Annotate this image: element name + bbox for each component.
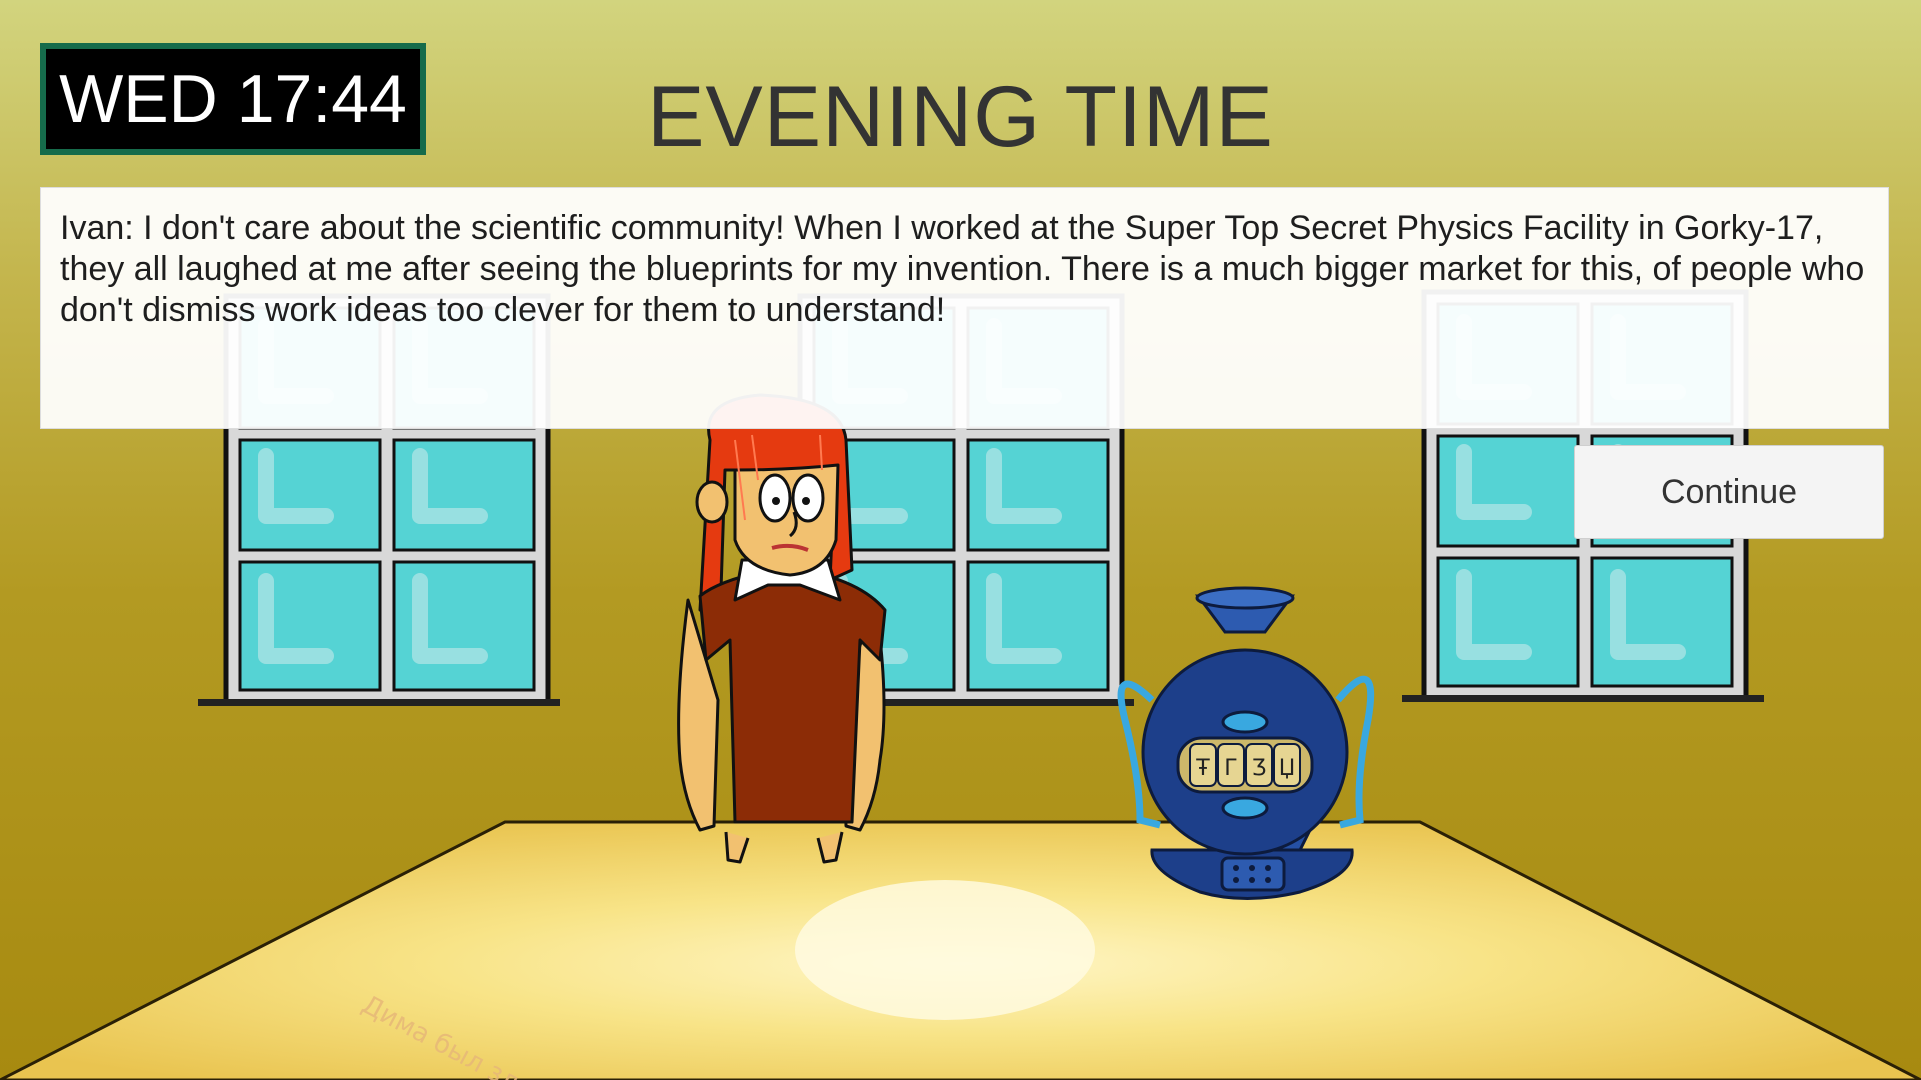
invention-dial: Ŧ Г Ʒ Џ [1189, 743, 1301, 787]
dial-symbol: Ŧ [1195, 756, 1210, 781]
dial-symbol: Ʒ [1252, 756, 1267, 781]
dial-symbol: Џ [1279, 756, 1296, 781]
dialogue-text: Ivan: I don't care about the scientific … [60, 209, 1865, 329]
phase-title: EVENING TIME [647, 69, 1274, 165]
continue-button[interactable]: Continue [1574, 445, 1884, 539]
dialogue-box: Ivan: I don't care about the scientific … [40, 187, 1889, 429]
table: Дима был здесь! [0, 820, 1921, 1080]
dial-symbol: Г [1224, 756, 1237, 781]
invention-device: Ŧ Г Ʒ Џ [1117, 586, 1375, 900]
